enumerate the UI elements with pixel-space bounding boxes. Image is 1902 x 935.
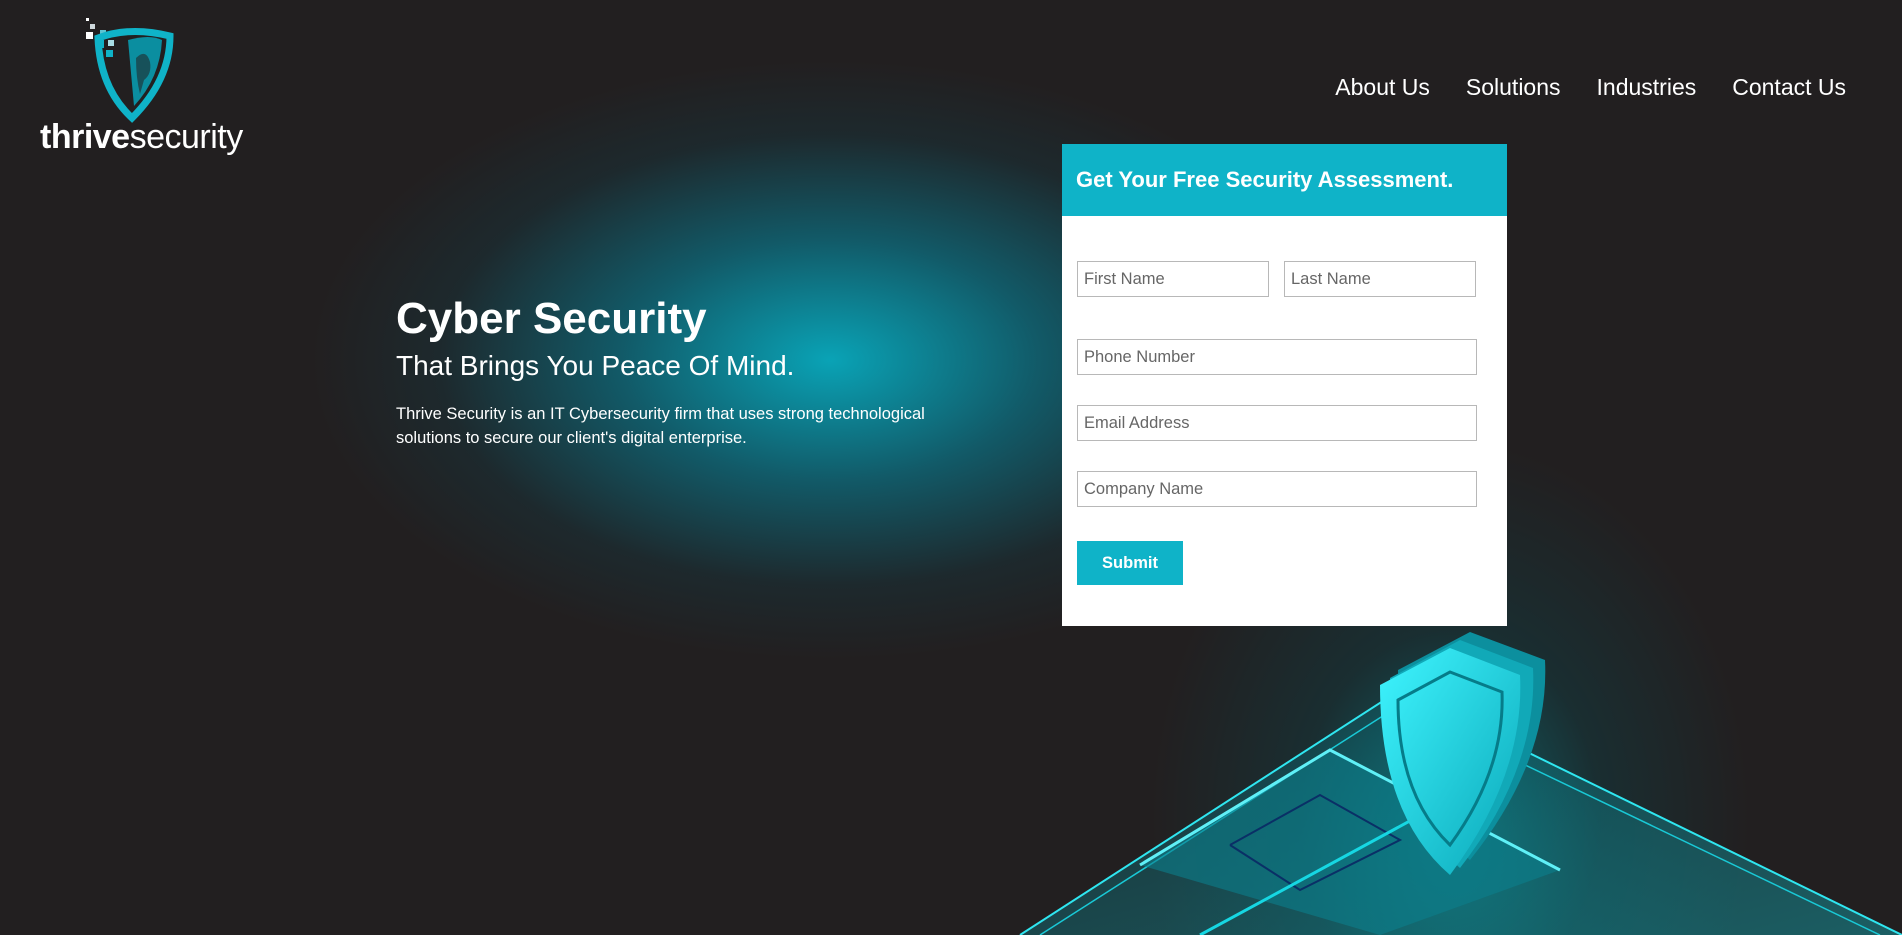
assessment-form: Get Your Free Security Assessment. Submi…	[1062, 144, 1507, 626]
form-title: Get Your Free Security Assessment.	[1076, 167, 1454, 192]
company-input[interactable]	[1077, 471, 1477, 507]
last-name-input[interactable]	[1284, 261, 1476, 297]
email-input[interactable]	[1077, 405, 1477, 441]
nav-industries[interactable]: Industries	[1597, 74, 1697, 101]
logo-wordmark[interactable]: thrivesecurity	[40, 118, 243, 157]
phone-input[interactable]	[1077, 339, 1477, 375]
hero-subtitle: That Brings You Peace Of Mind.	[396, 350, 795, 382]
submit-button[interactable]: Submit	[1077, 541, 1183, 585]
form-header: Get Your Free Security Assessment.	[1062, 144, 1507, 216]
logo-word-bold: thrive	[40, 118, 130, 156]
nav-contact-us[interactable]: Contact Us	[1732, 74, 1846, 101]
hero-title: Cyber Security	[396, 294, 707, 343]
nav-about-us[interactable]: About Us	[1335, 74, 1430, 101]
main-nav: About Us Solutions Industries Contact Us	[1335, 74, 1846, 101]
hero-description: Thrive Security is an IT Cybersecurity f…	[396, 404, 925, 447]
isometric-shield-illustration	[1019, 632, 1902, 935]
hero-section: Cyber Security That Brings You Peace Of …	[396, 294, 956, 450]
nav-solutions[interactable]: Solutions	[1466, 74, 1561, 101]
logo-word-light: security	[129, 118, 244, 156]
first-name-input[interactable]	[1077, 261, 1269, 297]
